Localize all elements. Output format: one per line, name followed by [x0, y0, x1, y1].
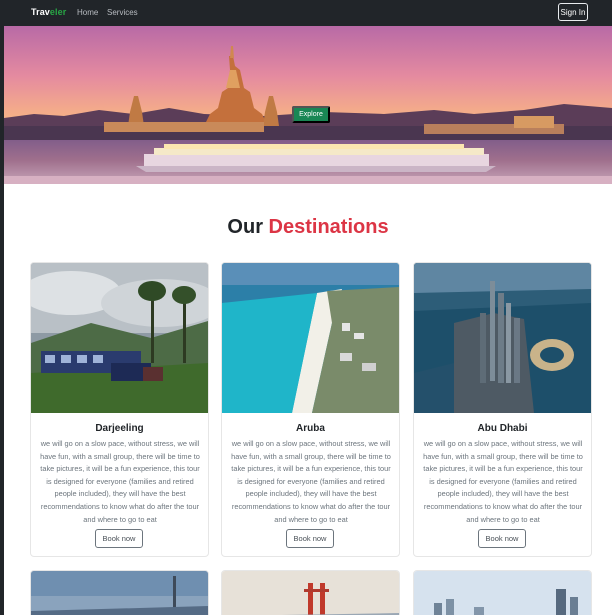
- destination-card-darjeeling: Darjeeling we will go on a slow pace, wi…: [30, 262, 209, 557]
- navbar: Traveler Home Services Sign In: [0, 0, 612, 26]
- destination-card-aruba: Aruba we will go on a slow pace, without…: [221, 262, 400, 557]
- book-now-button[interactable]: Book now: [95, 529, 143, 548]
- card-text: we will go on a slow pace, without stres…: [40, 439, 200, 524]
- brand-logo[interactable]: Traveler: [31, 7, 66, 17]
- heading-main: Our: [227, 216, 263, 238]
- page-content: Explore Our Destinations Darjeeling we w…: [4, 26, 612, 615]
- destination-card-abu-dhabi: Abu Dhabi we will go on a slow pace, wit…: [413, 262, 592, 557]
- hero-image: [4, 26, 612, 184]
- nav-link-services[interactable]: Services: [107, 8, 138, 17]
- brand-main: Trav: [31, 7, 50, 17]
- book-now-button[interactable]: Book now: [286, 529, 334, 548]
- brand-accent: eler: [49, 7, 67, 17]
- card-image: [414, 571, 591, 615]
- darjeeling-image: [31, 263, 208, 413]
- destination-card-row2-3: [413, 570, 592, 615]
- nav-link-home[interactable]: Home: [77, 8, 98, 17]
- abu-dhabi-image: [414, 263, 591, 413]
- destination-card-row2-2: [221, 570, 400, 615]
- card-image: [31, 571, 208, 615]
- destination-card-row2-1: [30, 570, 209, 615]
- section-heading: Our Destinations: [4, 216, 612, 239]
- aruba-image: [222, 263, 399, 413]
- book-now-button[interactable]: Book now: [478, 529, 526, 548]
- explore-button[interactable]: Explore: [292, 106, 330, 123]
- card-title: Abu Dhabi: [477, 423, 528, 434]
- sign-in-button[interactable]: Sign In: [558, 3, 588, 21]
- heading-accent: Destinations: [268, 216, 389, 238]
- card-title: Aruba: [296, 423, 325, 434]
- card-title: Darjeeling: [95, 423, 144, 434]
- card-text: we will go on a slow pace, without stres…: [423, 439, 583, 524]
- hero-banner: Explore: [4, 26, 612, 184]
- card-text: we will go on a slow pace, without stres…: [231, 439, 391, 524]
- card-image: [222, 571, 399, 615]
